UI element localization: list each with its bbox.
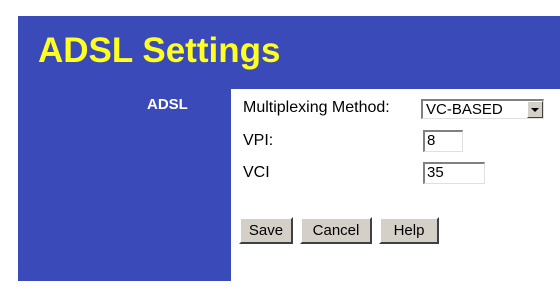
settings-form: Multiplexing Method: VC-BASED VPI: 8 VCI… [231,89,560,297]
section-label-adsl: ADSL [147,96,188,113]
multiplexing-method-select[interactable]: VC-BASED [421,99,544,119]
page-title: ADSL Settings [38,31,281,70]
chevron-down-icon[interactable] [527,101,543,118]
vpi-label: VPI: [243,132,274,149]
help-button[interactable]: Help [379,217,439,244]
vpi-input[interactable]: 8 [423,130,463,152]
multiplexing-method-label: Multiplexing Method: [243,99,390,116]
cancel-button[interactable]: Cancel [300,217,372,244]
multiplexing-method-value: VC-BASED [426,101,503,118]
vci-label: VCI [243,164,270,181]
settings-panel: ADSL Settings ADSL Multiplexing Method: … [18,16,560,297]
save-button[interactable]: Save [239,217,293,244]
vci-input[interactable]: 35 [423,162,485,184]
